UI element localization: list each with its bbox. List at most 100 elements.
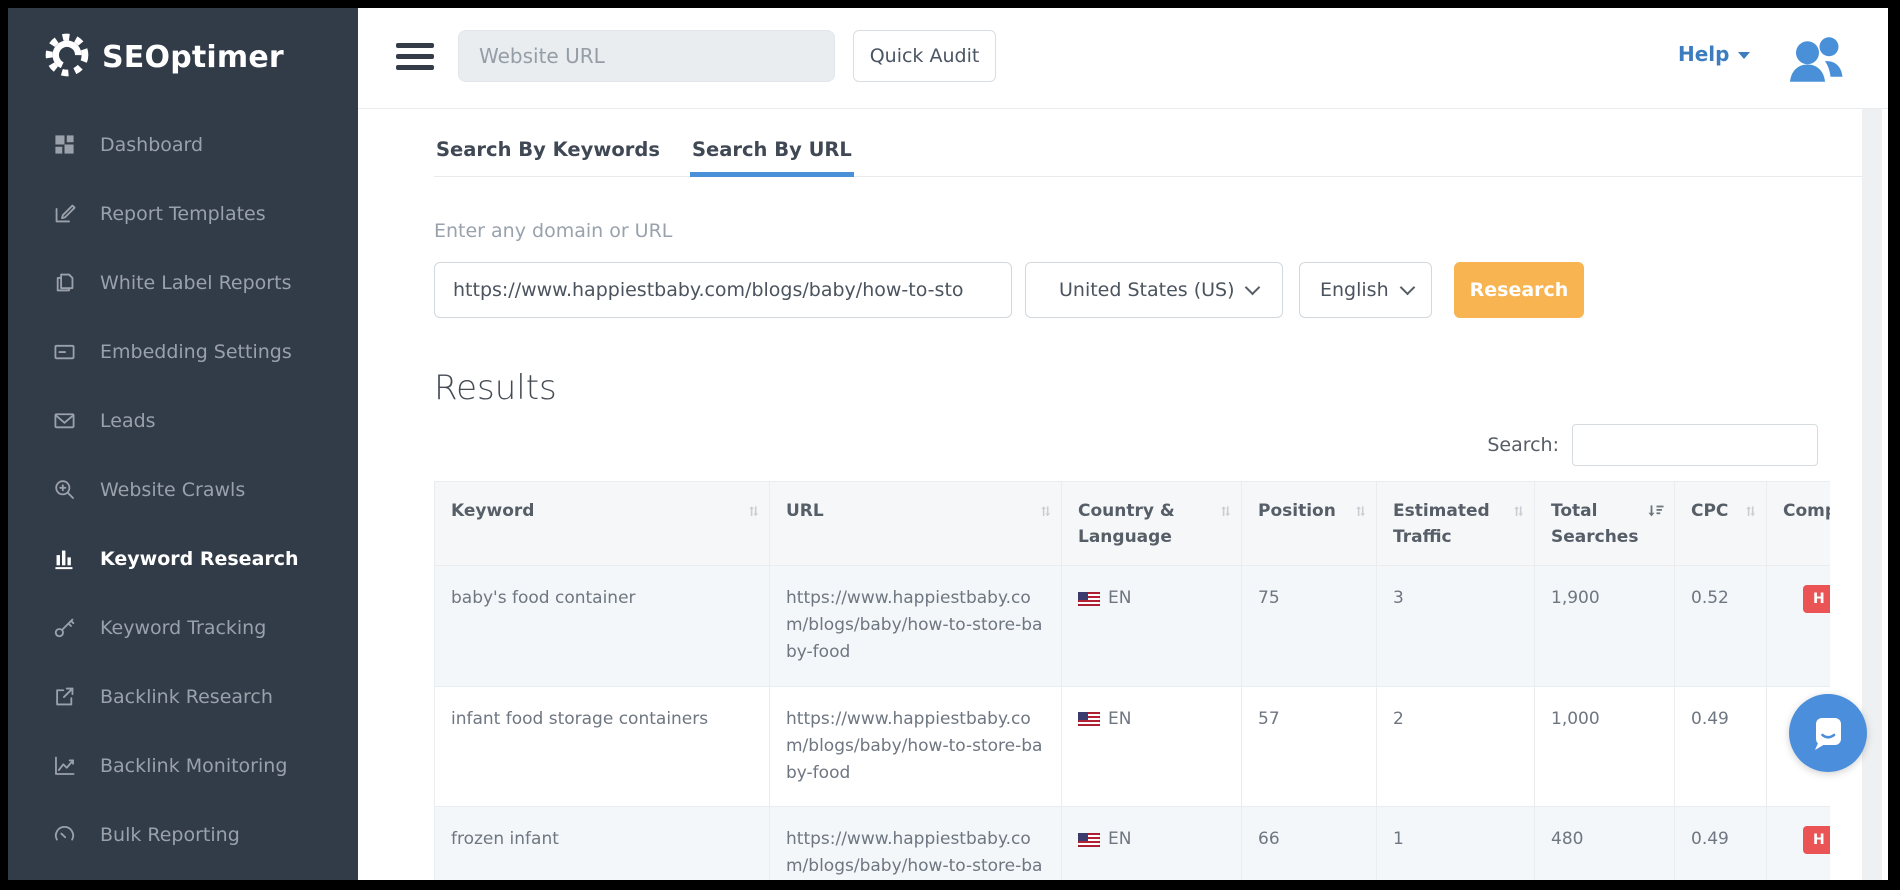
results-table-container: Keyword URLCountry & Language Position Esti…	[434, 481, 1830, 880]
cell-position: 75	[1242, 566, 1377, 687]
users-icon	[1786, 30, 1846, 88]
sidebar-item-label: Website Crawls	[100, 479, 245, 501]
bar-chart-icon	[50, 546, 78, 572]
cell-url: https://www.happiestbaby.com/blogs/baby/…	[770, 566, 1062, 687]
tab-search-by-keywords[interactable]: Search By Keywords	[434, 131, 662, 176]
main-area: Quick Audit Help Search By KeywordsSearc…	[358, 8, 1888, 880]
domain-url-input[interactable]	[434, 262, 1012, 318]
sidebar-item-label: Backlink Research	[100, 686, 273, 708]
column-header-cpc[interactable]: CPC	[1675, 482, 1767, 566]
chevron-down-icon	[1245, 280, 1261, 296]
sidebar-item-backlink-monitoring[interactable]: Backlink Monitoring	[8, 731, 358, 800]
cell-estimated-traffic: 1	[1377, 807, 1535, 880]
column-header-comp[interactable]: Comp	[1767, 482, 1831, 566]
topbar: Quick Audit Help	[358, 8, 1888, 109]
sort-both-icon	[1038, 502, 1053, 528]
tab-search-by-url[interactable]: Search By URL	[690, 131, 854, 176]
account-button[interactable]	[1786, 30, 1846, 88]
chat-launcher-button[interactable]	[1789, 694, 1867, 772]
sidebar-item-bulk-reporting[interactable]: Bulk Reporting	[8, 800, 358, 869]
language-code: EN	[1108, 826, 1131, 853]
column-header-estimated-traffic[interactable]: Estimated Traffic	[1377, 482, 1535, 566]
language-selected-value: English	[1320, 279, 1389, 301]
sort-both-icon	[1353, 502, 1368, 528]
content: Search By Keywords Search By URL Enter an…	[434, 108, 1862, 880]
column-header-keyword[interactable]: Keyword	[435, 482, 770, 566]
column-label: Estimated Traffic	[1393, 501, 1490, 547]
table-header-row: Keyword URLCountry & Language Position Esti…	[435, 482, 1831, 566]
table-row: infant food storage containershttps://ww…	[435, 686, 1831, 807]
external-link-icon	[50, 684, 78, 710]
quick-audit-button[interactable]: Quick Audit	[853, 30, 996, 82]
sort-both-icon	[1218, 502, 1233, 528]
cell-position: 66	[1242, 807, 1377, 880]
line-chart-icon	[50, 753, 78, 779]
country-select[interactable]: United States (US)	[1025, 262, 1283, 318]
cell-url: https://www.happiestbaby.com/blogs/baby/…	[770, 807, 1062, 880]
column-header-url[interactable]: URL	[770, 482, 1062, 566]
results-title: Results	[434, 368, 1862, 408]
sidebar: SEOptimer Dashboard Report Templates White…	[8, 8, 358, 880]
sidebar-item-keyword-research[interactable]: Keyword Research	[8, 524, 358, 593]
sort-both-icon	[1511, 502, 1526, 528]
help-menu[interactable]: Help	[1678, 42, 1750, 66]
sidebar-item-embedding-settings[interactable]: Embedding Settings	[8, 317, 358, 386]
pages-icon	[50, 270, 78, 296]
language-code: EN	[1108, 585, 1131, 612]
sidebar-item-label: White Label Reports	[100, 272, 291, 294]
column-header-total-searches[interactable]: Total Searches	[1535, 482, 1675, 566]
sidebar-item-leads[interactable]: Leads	[8, 386, 358, 455]
brand-logo[interactable]: SEOptimer	[8, 8, 358, 82]
cell-url: https://www.happiestbaby.com/blogs/baby/…	[770, 686, 1062, 807]
domain-input-label: Enter any domain or URL	[434, 220, 1862, 242]
column-header-country-language[interactable]: Country & Language	[1062, 482, 1242, 566]
sidebar-item-keyword-tracking[interactable]: Keyword Tracking	[8, 593, 358, 662]
competition-badge: H	[1803, 585, 1830, 613]
caret-down-icon	[1738, 52, 1750, 59]
sidebar-item-label: Report Templates	[100, 203, 266, 225]
language-select[interactable]: English	[1299, 262, 1432, 318]
cell-keyword: infant food storage containers	[435, 686, 770, 807]
gauge-icon	[50, 822, 78, 848]
chevron-down-icon	[1400, 280, 1416, 296]
app-window: SEOptimer Dashboard Report Templates White…	[8, 8, 1888, 880]
country-selected-value: United States (US)	[1059, 279, 1235, 301]
sidebar-item-report-templates[interactable]: Report Templates	[8, 179, 358, 248]
table-search-row: Search:	[434, 424, 1862, 466]
column-label: Position	[1258, 501, 1336, 521]
column-label: Total Searches	[1551, 501, 1638, 547]
cell-total-searches: 1,900	[1535, 566, 1675, 687]
cell-total-searches: 1,000	[1535, 686, 1675, 807]
vertical-scrollbar[interactable]	[1862, 109, 1882, 880]
website-url-input[interactable]	[458, 30, 835, 82]
card-icon	[50, 339, 78, 365]
hamburger-icon[interactable]	[396, 43, 434, 70]
us-flag-icon	[1078, 712, 1100, 726]
chat-bubble-icon	[1806, 710, 1850, 756]
search-plus-icon	[50, 477, 78, 503]
results-table: Keyword URLCountry & Language Position Esti…	[434, 481, 1830, 880]
table-search-input[interactable]	[1572, 424, 1818, 466]
cell-keyword: frozen infant	[435, 807, 770, 880]
us-flag-icon	[1078, 592, 1100, 606]
sidebar-item-backlink-research[interactable]: Backlink Research	[8, 662, 358, 731]
search-form: United States (US) English Research	[434, 262, 1862, 318]
cell-estimated-traffic: 3	[1377, 566, 1535, 687]
column-header-position[interactable]: Position	[1242, 482, 1377, 566]
sidebar-item-dashboard[interactable]: Dashboard	[8, 110, 358, 179]
envelope-icon	[50, 408, 78, 434]
research-button[interactable]: Research	[1454, 262, 1584, 318]
sidebar-item-website-crawls[interactable]: Website Crawls	[8, 455, 358, 524]
column-label: Keyword	[451, 501, 534, 521]
table-search-label: Search:	[1487, 434, 1559, 456]
cell-keyword: baby's food container	[435, 566, 770, 687]
sidebar-item-label: Keyword Tracking	[100, 617, 266, 639]
cell-competition: H	[1767, 807, 1831, 880]
gear-logo-icon	[44, 32, 90, 82]
sidebar-item-white-label-reports[interactable]: White Label Reports	[8, 248, 358, 317]
key-icon	[50, 615, 78, 641]
sidebar-item-label: Embedding Settings	[100, 341, 292, 363]
cell-country-language: EN	[1062, 686, 1242, 807]
help-label: Help	[1678, 42, 1729, 66]
brand-name: SEOptimer	[102, 40, 284, 75]
